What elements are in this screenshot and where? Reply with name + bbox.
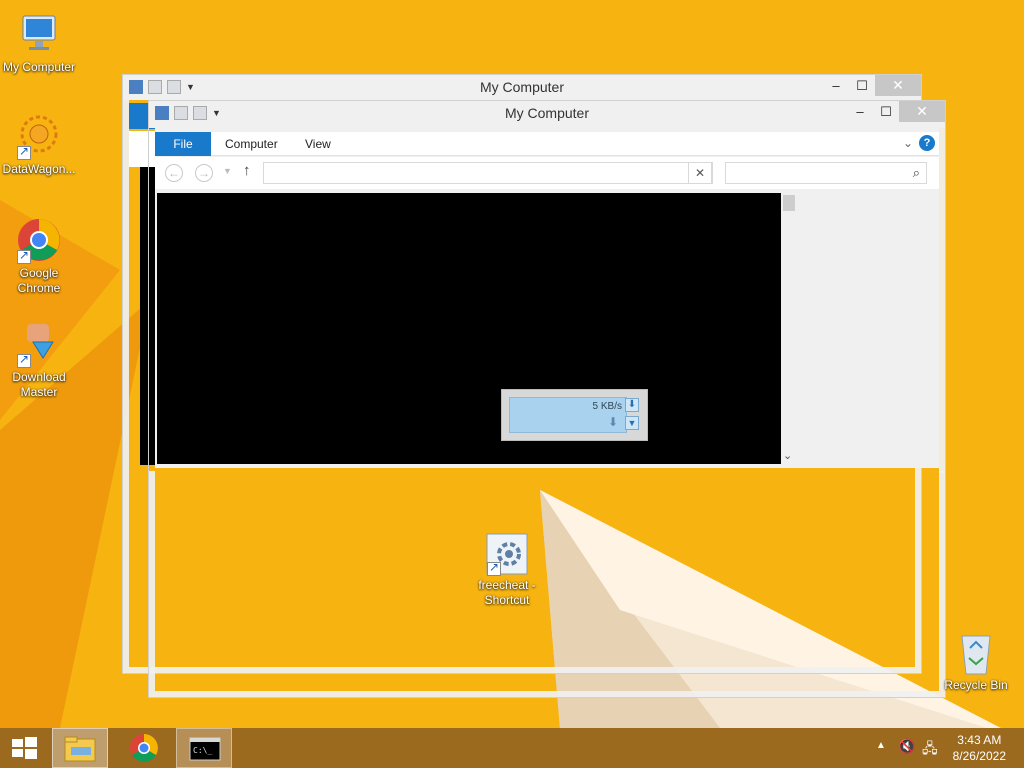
- datawagon-icon: [15, 112, 63, 160]
- scrollbar-thumb[interactable]: [783, 195, 795, 211]
- shortcut-arrow-icon: [17, 144, 31, 160]
- clock[interactable]: 3:43 AM 8/26/2022: [953, 732, 1006, 764]
- close-button[interactable]: ✕: [875, 75, 921, 96]
- download-master-widget[interactable]: 5 KB/s ⬇ ⬇ ▼: [501, 389, 648, 441]
- help-icon[interactable]: ?: [919, 135, 935, 151]
- titlebar[interactable]: ▼ My Computer – ☐ ✕: [149, 101, 945, 128]
- minimize-button[interactable]: –: [847, 101, 873, 122]
- address-bar[interactable]: ⌄: [263, 162, 713, 184]
- address-row: ← → ▼ ↑ ⌄ ✕ ⌕: [155, 157, 939, 189]
- chrome-icon: [130, 734, 158, 762]
- ribbon-expand-chevron-icon[interactable]: ⌄: [903, 136, 913, 150]
- forward-button[interactable]: →: [195, 164, 213, 182]
- titlebar[interactable]: ▼ My Computer – ☐ ✕: [123, 75, 921, 100]
- frame-right-edge: [939, 128, 945, 473]
- shortcut-arrow-icon: [17, 352, 31, 368]
- computer-icon: [15, 10, 63, 58]
- windows-logo-icon: [12, 737, 37, 759]
- maximize-button[interactable]: ☐: [849, 75, 875, 96]
- taskbar-file-explorer[interactable]: [52, 728, 108, 768]
- recent-locations-chevron-icon[interactable]: ▼: [223, 166, 232, 176]
- search-input[interactable]: ⌕: [725, 162, 927, 184]
- desktop-icon-recycle-bin[interactable]: Recycle Bin: [936, 630, 1016, 693]
- taskbar-chrome[interactable]: [116, 728, 172, 768]
- window-title: My Computer: [504, 105, 590, 121]
- desktop-icon-label: Download Master: [12, 370, 66, 399]
- desktop-icon-datawagon[interactable]: DataWagon...: [0, 112, 78, 177]
- vertical-scrollbar[interactable]: ⌄: [781, 193, 797, 464]
- tab-computer[interactable]: Computer: [225, 132, 278, 156]
- desktop-icon-freecheat[interactable]: freecheat - Shortcut: [468, 532, 546, 608]
- desktop-icon-label: Recycle Bin: [944, 678, 1008, 692]
- back-button[interactable]: ←: [165, 164, 183, 182]
- desktop-icon-label: Google Chrome: [17, 266, 61, 295]
- arrow-down-small-icon: ⬇: [607, 415, 618, 429]
- tab-file[interactable]: File: [155, 132, 211, 156]
- network-icon[interactable]: 🖧: [922, 738, 938, 762]
- ribbon-tabs: File Computer View ⌄ ?: [155, 132, 939, 156]
- desktop-icon-label: DataWagon...: [2, 162, 76, 176]
- clock-date: 8/26/2022: [952, 749, 1006, 763]
- speed-graph: 5 KB/s ⬇: [509, 397, 627, 433]
- taskbar: C:\_ ▲ 🔇 🖧 3:43 AM 8/26/2022: [0, 728, 1024, 768]
- desktop-icon-download-master[interactable]: Download Master: [0, 320, 78, 400]
- search-icon: ⌕: [912, 165, 920, 180]
- tab-view[interactable]: View: [305, 132, 331, 156]
- desktop: My Computer DataWagon... Google Chrome: [0, 0, 1024, 728]
- clock-time: 3:43 AM: [957, 733, 1002, 747]
- window-title: My Computer: [479, 79, 565, 95]
- minimize-button[interactable]: –: [823, 75, 849, 96]
- shortcut-arrow-icon: [17, 248, 31, 264]
- download-button[interactable]: ⬇: [625, 398, 639, 412]
- content-pane[interactable]: [157, 193, 781, 464]
- show-hidden-icons-icon[interactable]: ▲: [876, 740, 886, 751]
- command-prompt-icon: C:\_: [189, 737, 221, 761]
- volume-muted-icon[interactable]: 🔇: [898, 738, 915, 755]
- shortcut-arrow-icon: [487, 560, 501, 576]
- desktop-icon-chrome[interactable]: Google Chrome: [0, 216, 78, 296]
- widget-menu-chevron-icon[interactable]: ▼: [625, 416, 639, 430]
- recycle-bin-icon: [956, 630, 996, 676]
- address-clear-button[interactable]: ✕: [688, 162, 712, 184]
- start-button[interactable]: [0, 728, 48, 768]
- system-tray: ▲ 🔇 🖧: [870, 728, 950, 768]
- desktop-icon-label: My Computer: [2, 60, 76, 74]
- maximize-button[interactable]: ☐: [873, 101, 899, 122]
- chrome-icon: [15, 216, 63, 264]
- download-master-icon: [15, 320, 63, 368]
- caption-buttons: – ☐ ✕: [823, 75, 921, 96]
- freecheat-icon: [485, 532, 529, 576]
- scroll-down-icon[interactable]: ⌄: [783, 449, 792, 462]
- download-speed: 5 KB/s: [592, 401, 622, 412]
- window-frame: [149, 471, 945, 697]
- svg-text:C:\_: C:\_: [193, 746, 212, 755]
- taskbar-command-prompt[interactable]: C:\_: [176, 728, 232, 768]
- desktop-icon-label: freecheat - Shortcut: [478, 578, 536, 607]
- desktop-icon-my-computer[interactable]: My Computer: [0, 10, 78, 75]
- folder-icon: [64, 736, 96, 762]
- close-button[interactable]: ✕: [899, 101, 945, 122]
- up-button[interactable]: ↑: [243, 162, 251, 179]
- caption-buttons: – ☐ ✕: [847, 101, 945, 122]
